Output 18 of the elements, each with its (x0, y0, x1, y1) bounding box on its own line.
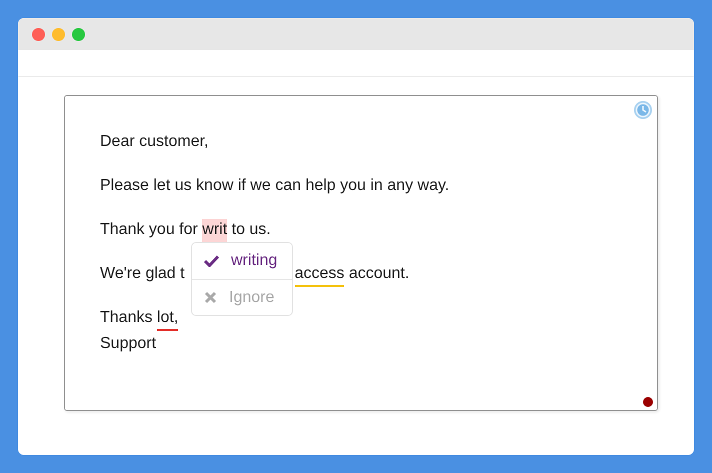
minimize-window-icon[interactable] (52, 28, 65, 40)
clock-icon[interactable] (633, 100, 653, 120)
letter-text: Please let us know if we can help you in any way. (100, 176, 450, 196)
misspelled-word[interactable]: writ (202, 219, 228, 243)
letter-text: Thank you for (100, 220, 199, 240)
letter-text: Dear customer, (100, 132, 208, 152)
suggestion-item[interactable]: writing (192, 243, 292, 279)
maximize-window-icon[interactable] (72, 28, 85, 40)
letter-text: Thanks (100, 308, 154, 328)
letter-text: to us. (230, 220, 271, 240)
close-window-icon[interactable] (32, 28, 45, 40)
close-icon (204, 291, 217, 304)
misspelled-word[interactable]: lot, (156, 307, 178, 331)
letter-text: Support (100, 334, 156, 354)
checkmark-icon (204, 255, 219, 267)
letter-text: We're glad t (100, 264, 185, 284)
letter-text: account. (348, 264, 410, 284)
text-editor[interactable]: Dear customer, Please let us know if we can help you in any way. Thank you for writ to us. We're glad t access account. Thanks lot, Support writing Ignore (64, 95, 658, 411)
